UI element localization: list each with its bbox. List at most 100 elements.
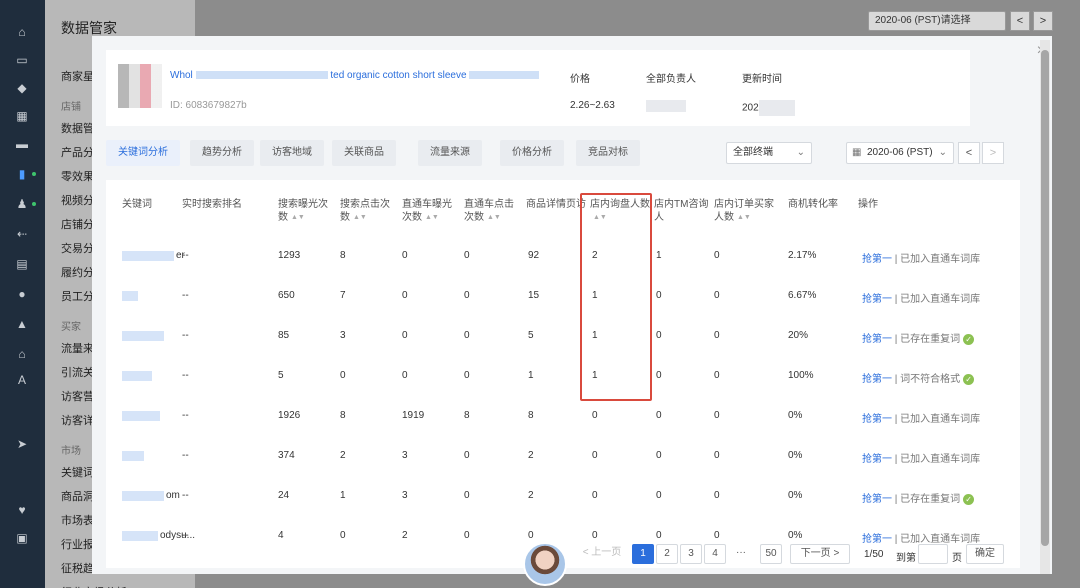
keyword-redacted[interactable] (122, 491, 164, 501)
tab-1[interactable]: 关键词分析 (106, 140, 180, 166)
nav-item[interactable]: 数据管 (61, 120, 94, 136)
tab-5[interactable]: 流量来源 (418, 140, 482, 166)
sort-icon[interactable]: ▲▼ (593, 214, 607, 221)
nav-item[interactable]: 商家星 (61, 68, 94, 84)
column-header[interactable]: 店内询盘人数 ▲▼ (590, 198, 654, 224)
column-header[interactable]: 直通车曝光次数 ▲▼ (402, 198, 458, 224)
grid-icon[interactable]: ▦ (14, 108, 30, 124)
product-title[interactable]: Whol ted organic cotton short sleeve (170, 70, 540, 81)
message-icon[interactable]: ▭ (14, 52, 30, 68)
keyword-redacted[interactable] (122, 371, 152, 381)
keyword-text[interactable]: om (166, 490, 180, 501)
tab-6[interactable]: 价格分析 (500, 140, 564, 166)
nav-item[interactable]: 市场表 (61, 512, 94, 528)
grab-first-link[interactable]: 抢第一 (862, 254, 892, 265)
confirm-button[interactable]: 确定 (966, 544, 1004, 564)
nav-item[interactable]: 征税趋 (61, 560, 94, 576)
nav-item[interactable]: 履约分 (61, 264, 94, 280)
page-button[interactable]: 3 (680, 544, 702, 564)
nav-item[interactable]: 关键词 (61, 464, 94, 480)
nav-item[interactable]: 店铺分 (61, 216, 94, 232)
page-button[interactable]: 4 (704, 544, 726, 564)
next-month-button[interactable]: > (982, 142, 1004, 164)
tab-4[interactable]: 关联商品 (332, 140, 396, 166)
keyword-text[interactable]: odysu... (160, 530, 195, 541)
nav-item[interactable]: 商品洞 (61, 488, 94, 504)
column-header: 商品详情页访 (526, 198, 588, 211)
nav-item[interactable]: 产品分 (61, 144, 94, 160)
column-header[interactable]: 搜索曝光次数 ▲▼ (278, 198, 328, 224)
grab-first-link[interactable]: 抢第一 (862, 534, 892, 545)
scrollbar[interactable] (1040, 40, 1050, 574)
keyword-redacted[interactable] (122, 291, 138, 301)
terminal-select[interactable]: 全部终端 ⌄ (726, 142, 812, 164)
cart-icon[interactable]: ▲ (14, 316, 30, 332)
column-header[interactable]: 店内订单买家人数 ▲▼ (714, 198, 774, 224)
grab-first-link[interactable]: 抢第一 (862, 294, 892, 305)
prev-month-button[interactable]: < (958, 142, 980, 164)
grab-first-link[interactable]: 抢第一 (862, 334, 892, 345)
sort-icon[interactable]: ▲▼ (487, 214, 501, 221)
send-icon[interactable]: ➤ (14, 436, 30, 452)
page-button[interactable]: 1 (632, 544, 654, 564)
nav-item[interactable]: 零效果 (61, 168, 94, 184)
column-header[interactable]: 直通车点击次数 ▲▼ (464, 198, 520, 224)
home-icon[interactable]: ⌂ (14, 24, 30, 40)
action-separator: | (892, 414, 901, 425)
grab-first-link[interactable]: 抢第一 (862, 374, 892, 385)
cell-c7: 0 (656, 450, 662, 461)
page-next-button[interactable]: > (1033, 11, 1053, 31)
page-date-select[interactable]: 2020-06 (PST)请选择 (868, 11, 1006, 31)
keyword-redacted[interactable] (122, 411, 160, 421)
product-card: Whol ted organic cotton short sleeve ID:… (106, 50, 970, 126)
nav-item[interactable]: 行业报 (61, 536, 94, 552)
page-button[interactable]: 50 (760, 544, 782, 564)
heart-icon[interactable]: ♥ (14, 502, 30, 518)
bank-icon[interactable]: ⌂ (14, 346, 30, 362)
nav-item[interactable]: 交易分 (61, 240, 94, 256)
sort-icon[interactable]: ▲▼ (291, 214, 305, 221)
price-value: 2.26~2.63 (570, 100, 615, 111)
sort-icon[interactable]: ▲▼ (425, 214, 439, 221)
next-page-button[interactable]: 下一页 > (790, 544, 850, 564)
briefcase-icon[interactable]: ▣ (14, 530, 30, 546)
nav-item[interactable]: 视频分 (61, 192, 94, 208)
month-select[interactable]: ▦ 2020-06 (PST) ⌄ (846, 142, 954, 164)
nav-item[interactable]: 访客营 (61, 388, 94, 404)
shield-icon[interactable]: ◆ (14, 80, 30, 96)
grab-first-link[interactable]: 抢第一 (862, 454, 892, 465)
avatar[interactable] (523, 542, 567, 586)
users-icon[interactable]: ♟ (14, 196, 30, 212)
tab-7[interactable]: 竞品对标 (576, 140, 640, 166)
chart-icon[interactable]: ▮ (14, 166, 30, 182)
globe-icon[interactable]: ● (14, 286, 30, 302)
arrow-icon[interactable]: ⇠ (14, 226, 30, 242)
keyword-redacted[interactable] (122, 531, 158, 541)
tab-3[interactable]: 访客地域 (260, 140, 324, 166)
page-prev-button[interactable]: < (1010, 11, 1030, 31)
chat-icon[interactable]: ▬ (14, 136, 30, 152)
grab-first-link[interactable]: 抢第一 (862, 494, 892, 505)
cell-c8: 0 (714, 330, 720, 341)
tab-2[interactable]: 趋势分析 (190, 140, 254, 166)
nav-item[interactable]: 行业市场分析 (61, 584, 127, 588)
sort-icon[interactable]: ▲▼ (353, 214, 367, 221)
nav-item[interactable]: 流量来 (61, 340, 94, 356)
keyword-redacted[interactable] (122, 451, 144, 461)
prev-page-button[interactable]: < 上一页 (576, 544, 628, 564)
cell-rate: 0% (788, 490, 803, 501)
scrollbar-thumb[interactable] (1041, 50, 1049, 546)
column-header[interactable]: 搜索点击次数 ▲▼ (340, 198, 390, 224)
page-button[interactable]: 2 (656, 544, 678, 564)
goto-page-input[interactable] (918, 544, 948, 564)
nav-item[interactable]: 员工分 (61, 288, 94, 304)
font-icon[interactable]: A (14, 372, 30, 388)
grab-first-link[interactable]: 抢第一 (862, 414, 892, 425)
keyword-redacted[interactable] (122, 251, 174, 261)
keyword-redacted[interactable] (122, 331, 164, 341)
nav-item[interactable]: 访客详 (61, 412, 94, 428)
nav-item[interactable]: 引流关 (61, 364, 94, 380)
cell-rate: 0% (788, 450, 803, 461)
sort-icon[interactable]: ▲▼ (737, 214, 751, 221)
clipboard-icon[interactable]: ▤ (14, 256, 30, 272)
